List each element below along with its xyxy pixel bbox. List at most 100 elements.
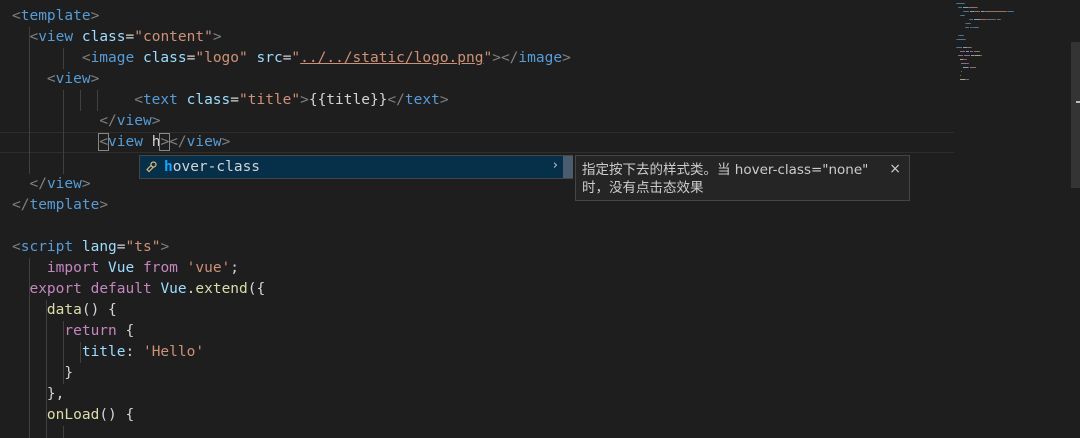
minimap-token xyxy=(974,11,981,12)
code-line[interactable]: data() { xyxy=(0,300,954,321)
code-line[interactable]: title: 'Hello' xyxy=(0,342,954,363)
vertical-scrollbar[interactable] xyxy=(1070,0,1080,438)
code-token: {{title}} xyxy=(308,92,388,108)
code-token: image xyxy=(518,50,563,66)
code-text: <view> xyxy=(12,69,99,90)
code-token: text xyxy=(404,92,440,108)
code-text: import Vue from 'vue'; xyxy=(12,258,239,279)
code-token: onLoad xyxy=(46,407,100,423)
code-text: <template> xyxy=(12,6,99,27)
minimap-token xyxy=(964,3,966,4)
minimap-token xyxy=(963,59,967,60)
code-token: template xyxy=(20,8,91,24)
minimap-token xyxy=(965,51,969,52)
code-line[interactable]: }, xyxy=(0,384,954,405)
minimap-token xyxy=(965,27,970,28)
code-token: from xyxy=(142,260,178,276)
code-text: </view> xyxy=(12,111,160,132)
code-token: view xyxy=(108,134,143,150)
minimap-token xyxy=(969,51,974,52)
code-line[interactable]: } xyxy=(0,363,954,384)
indent-guide xyxy=(63,153,64,174)
minimap-token xyxy=(957,39,965,40)
code-token: image xyxy=(90,50,135,66)
code-text: } xyxy=(12,363,73,384)
minimap-token xyxy=(978,51,980,52)
code-token: > xyxy=(562,50,571,66)
code-token: "logo" xyxy=(195,50,248,66)
minimap-token xyxy=(1000,19,1002,20)
minimap-token xyxy=(961,71,963,72)
minimap-token xyxy=(959,75,962,76)
code-token: } xyxy=(64,365,74,381)
code-token: < xyxy=(12,8,21,24)
code-token: </ xyxy=(99,113,117,129)
chevron-right-icon[interactable]: › xyxy=(553,158,558,173)
minimap-token xyxy=(964,11,969,12)
code-token: ; xyxy=(230,260,240,276)
code-line[interactable]: <image class="logo" src="../../static/lo… xyxy=(0,48,954,69)
suggest-widget[interactable]: hover-class › xyxy=(139,155,573,179)
code-token: 'vue' xyxy=(186,260,231,276)
code-token: return xyxy=(64,323,117,339)
minimap-token xyxy=(964,15,966,16)
minimap-token xyxy=(986,19,995,20)
minimap-token xyxy=(968,7,977,8)
code-line[interactable]: return { xyxy=(0,321,954,342)
code-text: export default Vue.extend({ xyxy=(12,279,265,300)
code-line[interactable] xyxy=(0,426,954,438)
minimap-token xyxy=(976,7,978,8)
code-line[interactable]: <view h></view> xyxy=(0,132,954,153)
code-line[interactable]: </view> xyxy=(0,111,954,132)
minimap-token xyxy=(958,7,963,8)
code-token: " xyxy=(483,50,493,66)
code-token: < xyxy=(29,29,39,45)
close-icon[interactable]: × xyxy=(889,160,901,178)
code-token: </ xyxy=(12,197,30,213)
code-token: < xyxy=(46,71,56,87)
suggest-item-hover-class[interactable]: hover-class xyxy=(164,159,260,175)
code-text: </template> xyxy=(12,195,108,216)
code-text: data() { xyxy=(12,300,117,321)
suggest-scrollbar[interactable] xyxy=(563,156,573,178)
code-line[interactable]: <view> xyxy=(0,69,954,90)
indent-guide xyxy=(29,426,30,438)
code-line[interactable]: import Vue from 'vue'; xyxy=(0,258,954,279)
code-token: view xyxy=(38,29,74,45)
minimap[interactable] xyxy=(954,0,1066,438)
code-token: default xyxy=(90,281,152,297)
code-token: < xyxy=(81,50,91,66)
code-line[interactable] xyxy=(0,216,954,237)
code-line[interactable]: <view class="content"> xyxy=(0,27,954,48)
code-editor[interactable]: <template> <view class="content"> <image… xyxy=(0,0,1080,438)
code-line[interactable]: onLoad() { xyxy=(0,405,954,426)
code-token: import xyxy=(46,260,100,276)
scrollbar-thumb[interactable] xyxy=(1071,42,1080,188)
code-line[interactable]: <template> xyxy=(0,6,954,27)
minimap-token xyxy=(980,55,983,56)
code-token: > xyxy=(90,8,100,24)
code-token: < xyxy=(98,133,110,151)
code-token: class xyxy=(81,29,126,45)
minimap-token xyxy=(956,47,963,48)
code-token: template xyxy=(29,197,100,213)
code-token: ></ xyxy=(492,50,519,66)
code-line[interactable]: <text class="title">{{title}}</text> xyxy=(0,90,954,111)
code-text: title: 'Hello' xyxy=(12,342,204,363)
code-token: > xyxy=(90,71,100,87)
code-line[interactable]: export default Vue.extend({ xyxy=(0,279,954,300)
code-text: <text class="title">{{title}}</text> xyxy=(12,90,448,111)
code-line[interactable]: <script lang="ts"> xyxy=(0,237,954,258)
minimap-token xyxy=(970,23,972,24)
code-token: text xyxy=(142,92,178,108)
code-token: = xyxy=(125,29,135,45)
